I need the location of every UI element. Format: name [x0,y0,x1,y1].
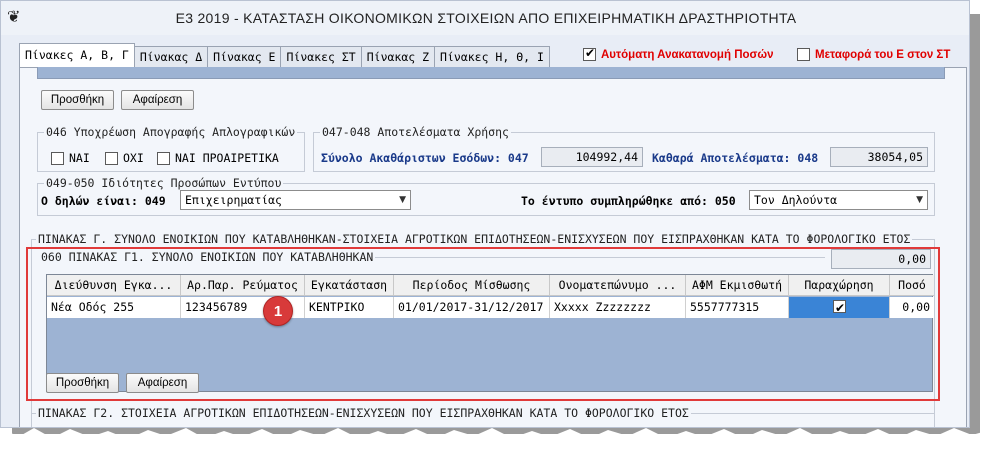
tab-table-z[interactable]: Πίνακας Ζ [360,46,436,67]
previous-grid-bottom [37,67,945,79]
tab-tables-h-th-i[interactable]: Πίνακες Η, Θ, Ι [434,46,550,67]
app-window: ❦ Ε3 2019 - ΚΑΤΑΣΤΑΣΗ ΟΙΚΟΝΟΜΙΚΩΝ ΣΤΟΙΧΕ… [0,0,970,428]
declarant-value: Επιχειρηματίας [185,193,282,207]
table-c-heading: ΠΙΝΑΚΑΣ Γ. ΣΥΝΟΛΟ ΕΝΟΙΚΙΩΝ ΠΟΥ ΚΑΤΑΒΛΗΘΗ… [36,232,913,246]
declarant-select[interactable]: Επιχειρηματίας ▼ [180,190,411,210]
torn-edge [0,428,990,451]
remove-button-top[interactable]: Αφαίρεση [121,90,194,110]
tab-strip: Πίνακες Α, Β, Γ Πίνακας Δ Πίνακας Ε Πίνα… [19,43,550,68]
chevron-down-icon: ▼ [916,195,923,205]
highlight-frame [26,247,940,401]
gross-income-field[interactable]: 104992,44 [541,147,643,167]
inventory-group-title: 046 Υποχρέωση Απογραφής Απλογραφικών [44,125,298,139]
window-title: Ε3 2019 - ΚΑΤΑΣΤΑΣΗ ΟΙΚΟΝΟΜΙΚΩΝ ΣΤΟΙΧΕΙΩ… [175,10,797,26]
add-button-top[interactable]: Προσθήκη [41,90,114,110]
tab-tables-st[interactable]: Πίνακες ΣΤ [280,46,362,67]
inventory-optional-label: ΝΑΙ ΠΡΟΑΙΡΕΤΙΚΑ [175,151,279,165]
inventory-optional-option[interactable]: ΝΑΙ ΠΡΟΑΙΡΕΤΙΚΑ [157,151,279,165]
filled-by-label: Το έντυπο συμπληρώθηκε από: 050 [521,194,736,208]
results-group-title: 047-048 Αποτελέσματα Χρήσης [320,125,511,139]
chevron-down-icon: ▼ [399,195,406,205]
transfer-from-e-label: Μεταφορά του Ε στον ΣΤ [815,48,951,61]
auto-redistribution-checkbox[interactable] [583,46,596,61]
inventory-yes-checkbox[interactable] [51,151,64,165]
auto-redistribution-option[interactable]: Αυτόματη Ανακατανομή Ποσών [583,46,774,61]
auto-redistribution-label: Αυτόματη Ανακατανομή Ποσών [601,48,774,61]
net-results-field[interactable]: 38054,05 [830,147,928,167]
properties-group-title: 049-050 Ιδιότητες Προσώπων Εντύπου [44,176,284,190]
gross-income-label: Σύνολο Ακαθάριστων Εσόδων: 047 [321,151,529,165]
declarant-label: Ο δηλών είναι: 049 [41,194,166,208]
filled-by-select[interactable]: Τον Δηλούντα ▼ [749,190,928,210]
inventory-no-label: ΟΧΙ [123,151,144,165]
net-results-label: Καθαρά Αποτελέσματα: 048 [652,151,819,165]
table-g2-heading: ΠΙΝΑΚΑΣ Γ2. ΣΤΟΙΧΕΙΑ ΑΓΡΟΤΙΚΩΝ ΕΠΙΔΟΤΗΣΕ… [36,406,691,420]
callout-badge: 1 [263,296,293,326]
inventory-optional-checkbox[interactable] [157,151,170,165]
inventory-yes-option[interactable]: ΝΑΙ [51,151,90,165]
tab-table-e[interactable]: Πίνακας Ε [207,46,282,67]
tab-table-d[interactable]: Πίνακας Δ [133,46,209,67]
inventory-no-checkbox[interactable] [105,151,118,165]
transfer-from-e-option[interactable]: Μεταφορά του Ε στον ΣΤ [797,48,950,61]
inventory-yes-label: ΝΑΙ [69,151,90,165]
filled-by-value: Τον Δηλούντα [754,193,838,207]
transfer-from-e-checkbox[interactable] [797,48,810,61]
title-bar: ❦ Ε3 2019 - ΚΑΤΑΣΤΑΣΗ ΟΙΚΟΝΟΜΙΚΩΝ ΣΤΟΙΧΕ… [1,1,969,35]
tab-tables-a-b-c[interactable]: Πίνακες Α, Β, Γ [19,43,135,67]
inventory-no-option[interactable]: ΟΧΙ [105,151,144,165]
